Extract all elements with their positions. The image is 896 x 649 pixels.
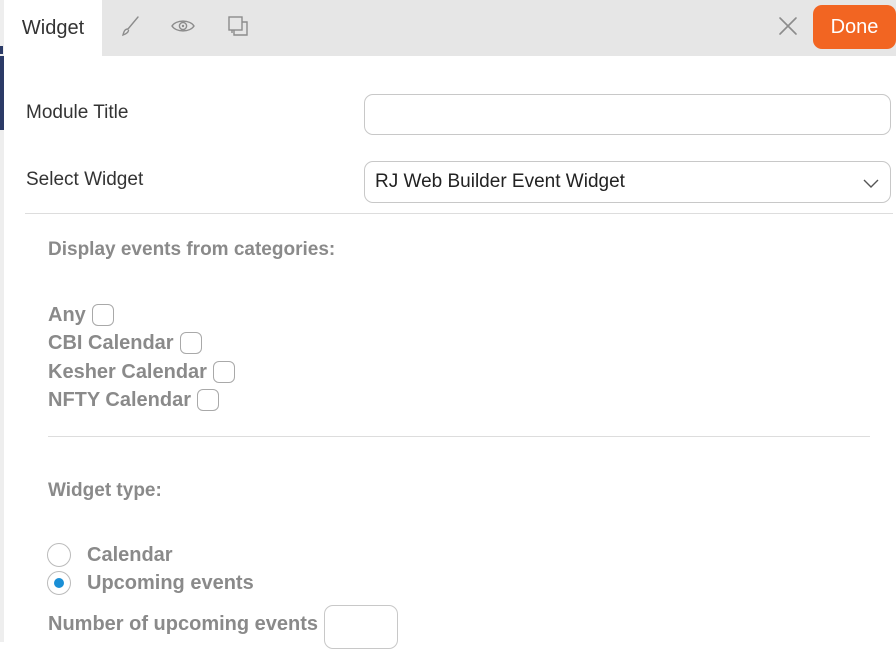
category-checkbox-kesher[interactable] (212, 361, 235, 383)
done-button[interactable]: Done (813, 5, 896, 49)
eye-icon[interactable] (169, 12, 197, 40)
upcoming-count-label: Number of upcoming events (48, 612, 319, 635)
divider (48, 436, 870, 437)
radio-calendar[interactable] (47, 543, 71, 567)
close-icon[interactable] (774, 12, 802, 40)
editor-toolbar: Widget Done (4, 0, 896, 56)
select-widget-value: RJ Web Builder Event Widget (375, 171, 625, 192)
category-checkbox-nfty[interactable] (197, 389, 219, 411)
category-checkbox-cbi[interactable] (179, 332, 202, 354)
upcoming-count-row: Number of upcoming events (48, 604, 399, 649)
category-option-cbi: CBI Calendar (48, 330, 202, 356)
edge-marker (0, 46, 3, 54)
radio-label: Upcoming events (87, 571, 254, 594)
widget-type-option-upcoming: Upcoming events (47, 570, 254, 596)
module-title-label: Module Title (26, 102, 129, 123)
category-label: Kesher Calendar (48, 360, 207, 383)
category-checkbox-any[interactable] (91, 304, 114, 326)
upcoming-count-input[interactable] (324, 605, 399, 649)
brush-icon[interactable] (116, 12, 144, 40)
widget-type-heading: Widget type: (48, 480, 162, 501)
tab-widget[interactable]: Widget (4, 0, 102, 56)
tab-widget-label: Widget (21, 16, 85, 39)
widget-type-option-calendar: Calendar (47, 542, 173, 568)
left-edge-strip (0, 0, 4, 642)
category-option-nfty: NFTY Calendar (48, 387, 219, 413)
radio-upcoming-events[interactable] (47, 571, 71, 595)
category-label: Any (48, 303, 86, 326)
category-option-kesher: Kesher Calendar (48, 359, 235, 385)
category-label: CBI Calendar (48, 331, 174, 354)
category-option-any: Any (48, 302, 114, 328)
chevron-down-icon (863, 179, 879, 188)
category-label: NFTY Calendar (48, 388, 191, 411)
radio-label: Calendar (87, 543, 173, 566)
divider (25, 213, 893, 214)
edge-accent (0, 56, 4, 130)
module-title-input[interactable] (364, 94, 891, 135)
select-widget-dropdown[interactable]: RJ Web Builder Event Widget (364, 161, 891, 203)
copy-icon[interactable] (224, 12, 252, 40)
categories-heading: Display events from categories: (48, 239, 336, 260)
select-widget-label: Select Widget (26, 169, 144, 190)
